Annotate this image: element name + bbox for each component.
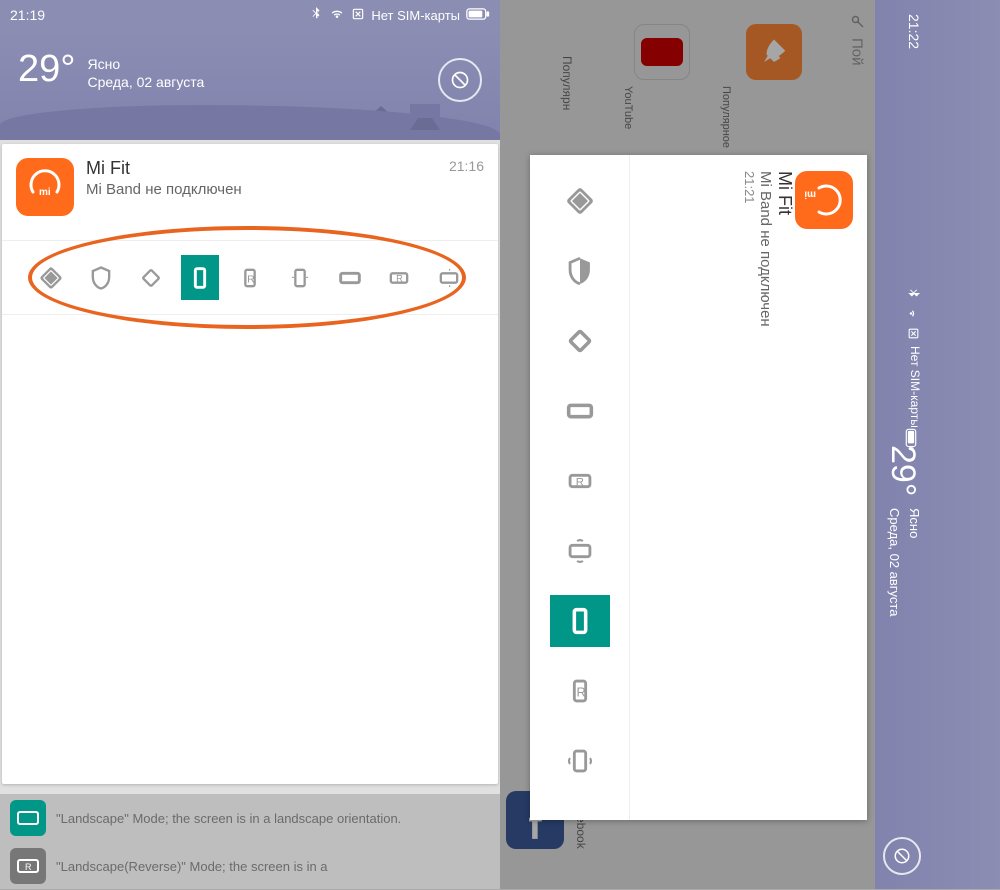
bluetooth-icon bbox=[900, 286, 922, 300]
portrait-sensor-toggle[interactable] bbox=[550, 735, 610, 787]
portrait-sensor-toggle[interactable] bbox=[281, 255, 319, 300]
notification-shade-header: 29° Ясно Среда, 02 августа bbox=[0, 30, 500, 140]
clear-all-button[interactable] bbox=[438, 58, 482, 102]
portrait-reverse-toggle[interactable]: R bbox=[550, 665, 610, 717]
landscape-toggle[interactable] bbox=[331, 255, 369, 300]
temperature: 29° bbox=[18, 48, 75, 91]
notification-title: Mi Fit bbox=[86, 158, 437, 179]
notification-time: 21:16 bbox=[449, 158, 484, 174]
sim-text: Нет SIM-карты bbox=[371, 8, 460, 23]
svg-text:mi: mi bbox=[39, 187, 51, 198]
weather-condition: Ясно bbox=[87, 56, 204, 72]
battery-icon bbox=[466, 7, 490, 23]
bluetooth-icon bbox=[309, 7, 323, 24]
notification-shade-header-landscape: 21:22 Нет SIM-карты 29° bbox=[875, 0, 1000, 889]
status-icons: Нет SIM-карты bbox=[309, 6, 490, 25]
no-sim-icon bbox=[900, 327, 922, 340]
landscape-reverse-toggle[interactable]: R bbox=[380, 255, 418, 300]
landscape-reverse-mode-icon: R bbox=[10, 848, 46, 884]
status-bar: 21:19 Нет SIM-карты bbox=[0, 0, 500, 30]
battery-icon bbox=[900, 434, 922, 445]
svg-text:R: R bbox=[25, 862, 32, 872]
status-time: 21:19 bbox=[10, 7, 45, 23]
notification-time: 21:21 bbox=[742, 171, 757, 804]
rotate-free-toggle[interactable] bbox=[550, 315, 610, 367]
landscape-toggle[interactable] bbox=[550, 385, 610, 437]
portrait-toggle[interactable] bbox=[181, 255, 219, 300]
auto-rotate-toggle[interactable] bbox=[550, 175, 610, 227]
temperature: 29° bbox=[883, 445, 922, 496]
notification-body: Mi Band не подключен bbox=[86, 181, 437, 198]
svg-text:R: R bbox=[247, 273, 255, 285]
weather-widget[interactable]: 29° Ясно Среда, 02 августа bbox=[18, 48, 204, 91]
landscape-sensor-toggle[interactable] bbox=[550, 525, 610, 577]
date-text: Среда, 02 августа bbox=[887, 508, 902, 616]
auto-rotate-toggle[interactable] bbox=[32, 255, 70, 300]
rotate-free-toggle[interactable] bbox=[132, 255, 170, 300]
mifit-app-icon: mi bbox=[795, 171, 853, 229]
notification-title: Mi Fit bbox=[774, 171, 795, 800]
date-text: Среда, 02 августа bbox=[87, 74, 204, 90]
sim-text: Нет SIM-карты bbox=[900, 346, 922, 428]
notification-card[interactable]: mi Mi Fit Mi Band не подключен 21:16 bbox=[2, 144, 498, 784]
portrait-screenshot: 21:19 Нет SIM-карты 29° Ясно Среда, 02 bbox=[0, 0, 500, 889]
clear-all-button[interactable] bbox=[883, 837, 921, 875]
guard-toggle[interactable] bbox=[82, 255, 120, 300]
weather-condition: Ясно bbox=[907, 508, 922, 616]
orientation-toggle-column: R R bbox=[530, 155, 630, 820]
status-time: 21:22 bbox=[900, 14, 922, 49]
landscape-mode-icon bbox=[10, 800, 46, 836]
guard-toggle[interactable] bbox=[550, 245, 610, 297]
background-list-peek: "Landscape" Mode; the screen is in a lan… bbox=[0, 794, 500, 889]
mifit-app-icon: mi bbox=[16, 158, 74, 216]
svg-text:mi: mi bbox=[804, 189, 816, 200]
wifi-icon bbox=[900, 306, 922, 321]
notification-card-landscape[interactable]: R R mi Mi Fit Mi Band не подключен 21:21 bbox=[530, 155, 867, 820]
portrait-reverse-toggle[interactable]: R bbox=[231, 255, 269, 300]
landscape-reverse-mode-text: "Landscape(Reverse)" Mode; the screen is… bbox=[56, 859, 328, 874]
svg-text:R: R bbox=[396, 273, 403, 283]
landscape-mode-text: "Landscape" Mode; the screen is in a lan… bbox=[56, 811, 401, 826]
portrait-toggle[interactable] bbox=[550, 595, 610, 647]
no-sim-icon bbox=[351, 7, 365, 24]
landscape-sensor-toggle[interactable] bbox=[430, 255, 468, 300]
orientation-toggle-row: R R bbox=[2, 240, 498, 315]
svg-text:R: R bbox=[575, 476, 583, 488]
wifi-icon bbox=[329, 6, 345, 25]
landscape-reverse-toggle[interactable]: R bbox=[550, 455, 610, 507]
notification-body: Mi Band не подключен bbox=[757, 171, 774, 804]
landscape-screenshot: Популярн YouTube Популярное Пой f Facebo… bbox=[500, 0, 1000, 889]
svg-text:R: R bbox=[576, 685, 585, 700]
